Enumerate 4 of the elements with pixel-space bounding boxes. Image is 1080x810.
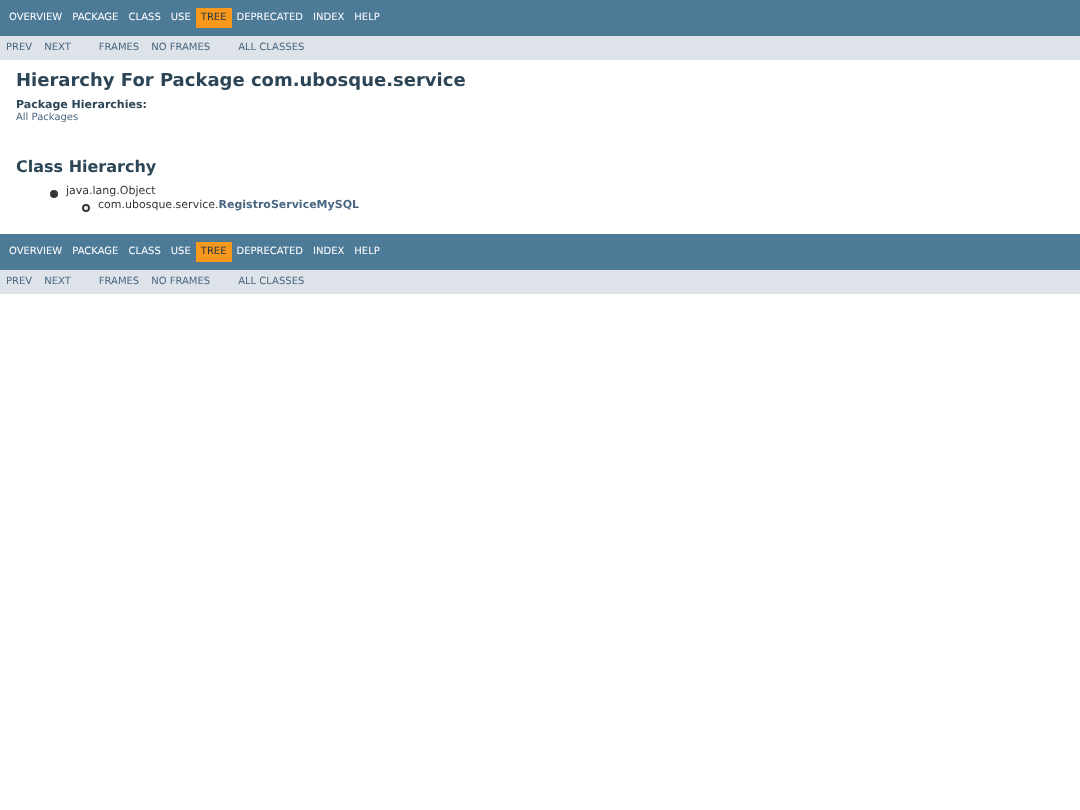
bullet-icon (82, 203, 90, 211)
section-heading: Class Hierarchy (16, 158, 159, 176)
page-title: Hierarchy For Package com.ubosque.service (16, 72, 468, 92)
bullet-icon (50, 189, 58, 197)
